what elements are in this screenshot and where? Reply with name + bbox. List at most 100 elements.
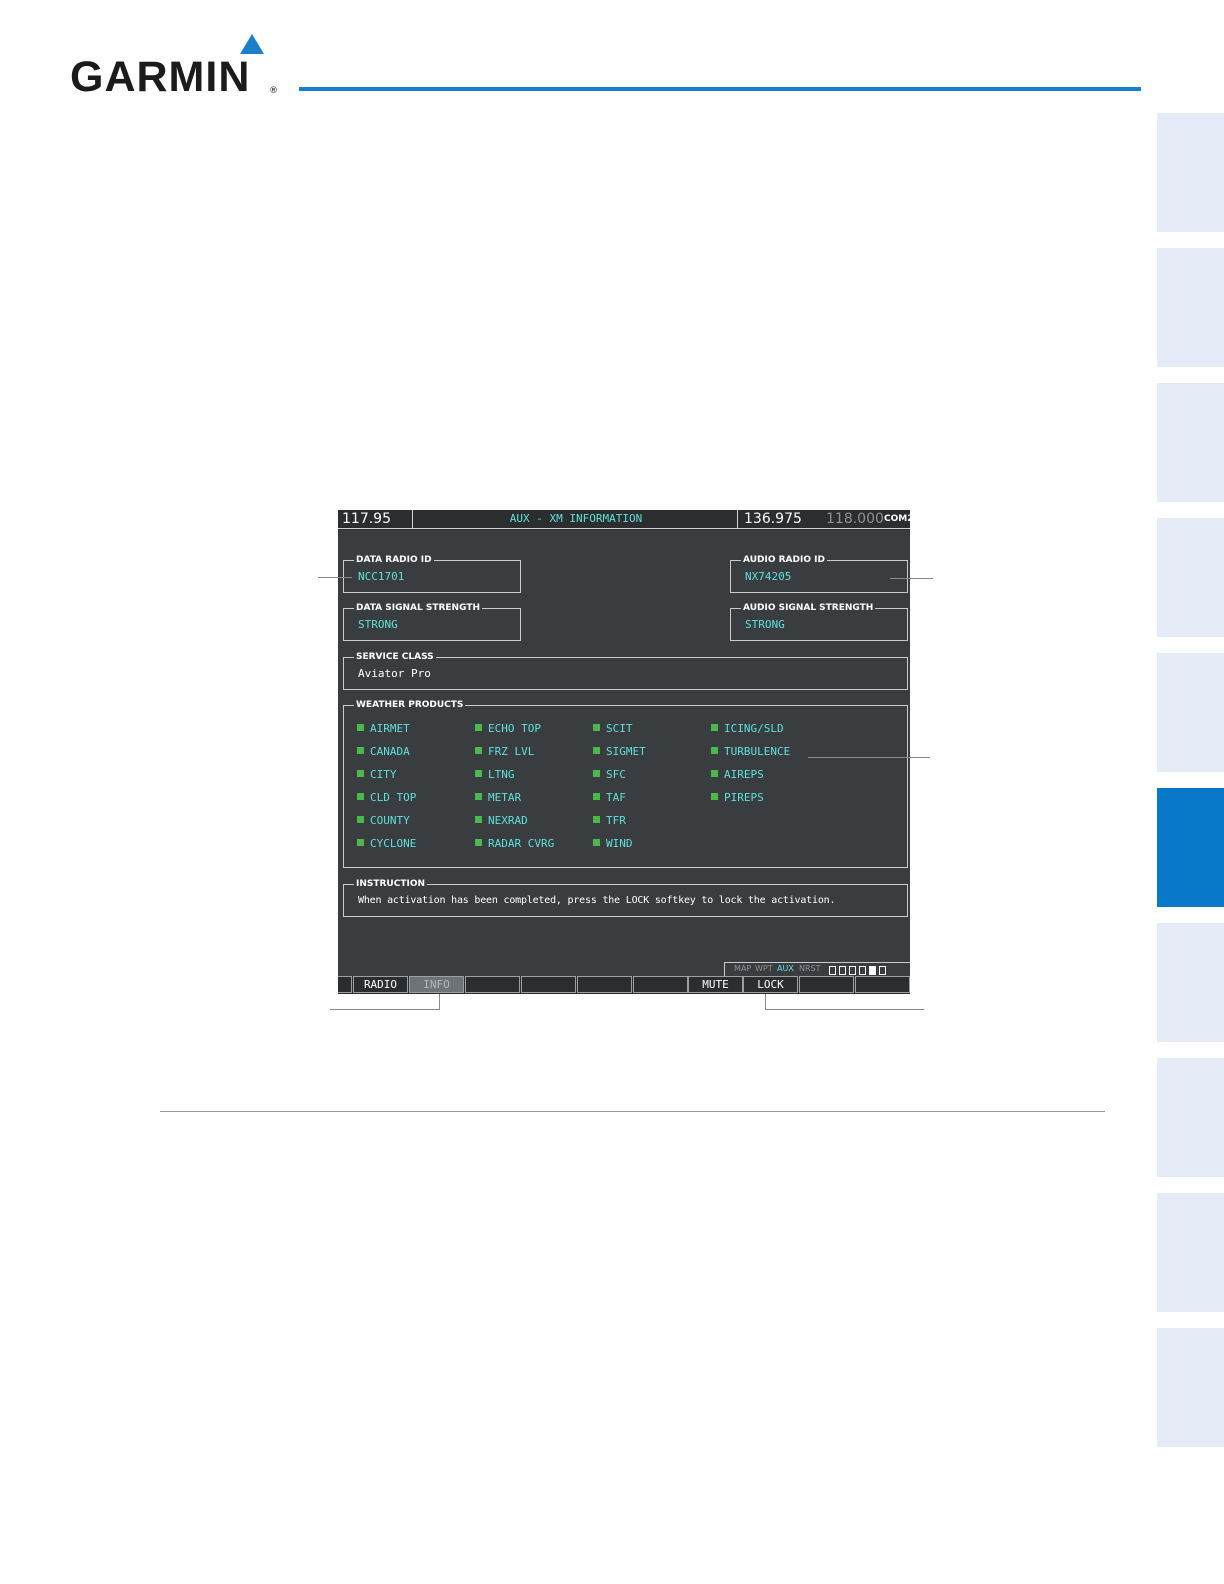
wx-product-item: AIREPS [711,768,764,782]
product-status-icon [475,816,482,823]
product-status-icon [593,816,600,823]
service-class-value: Aviator Pro [358,667,431,680]
data-signal-value: STRONG [358,618,398,631]
logo-triangle-icon [240,34,264,54]
product-status-icon [475,724,482,731]
page-navigation-indicator: MAP WPT AUX NRST [724,962,910,976]
page-group-wpt: WPT [755,964,773,973]
weather-products-box: WEATHER PRODUCTS AIRMET CANADA CITY CLD … [343,699,908,868]
wx-product-item: CITY [357,768,397,782]
wx-product-item: ECHO TOP [475,722,541,736]
product-status-icon [357,747,364,754]
wx-product-item: SFC [593,768,626,782]
audio-signal-value: STRONG [745,618,785,631]
callout-line-audio-radio-id [890,578,933,579]
product-status-icon [357,770,364,777]
wx-product-item: SCIT [593,722,633,736]
product-status-icon [711,747,718,754]
product-status-icon [711,724,718,731]
product-status-icon [475,770,482,777]
product-status-icon [357,793,364,800]
weather-products-label: WEATHER PRODUCTS [354,699,466,711]
callout-line-info-softkey-vertical [439,994,440,1010]
page-group-aux-active: AUX [777,964,794,973]
page-group-map: MAP [734,964,752,973]
side-tab-2[interactable] [1157,248,1224,367]
wx-product-item: TFR [593,814,626,828]
data-radio-id-value: NCC1701 [358,570,405,583]
wx-product-item: LTNG [475,768,515,782]
audio-radio-id-label: AUDIO RADIO ID [741,554,827,566]
wx-product-item: PIREPS [711,791,764,805]
data-radio-id-box: DATA RADIO ID NCC1701 [343,554,521,593]
softkey-4[interactable] [465,976,520,993]
audio-radio-id-value: NX74205 [745,570,792,583]
side-tab-1[interactable] [1157,113,1224,232]
logo-wordmark: GARMIN [70,53,251,101]
mfd-screen: 117.95 AUX - XM INFORMATION 136.975 118.… [338,510,910,994]
page-index-box [879,966,886,975]
softkey-10[interactable] [799,976,854,993]
page-index-box-current [869,966,876,975]
side-tab-7[interactable] [1157,923,1224,1042]
wx-product-item: SIGMET [593,745,646,759]
page-index-box [839,966,846,975]
audio-signal-label: AUDIO SIGNAL STRENGTH [741,602,876,614]
instruction-label: INSTRUCTION [354,878,428,890]
softkey-7[interactable] [633,976,688,993]
callout-line-data-radio-id [318,577,352,578]
page-group-nrst: NRST [799,964,821,973]
com-label: COM2 [884,514,910,524]
com-active-frequency: 136.975 [744,511,802,527]
softkey-radio[interactable]: RADIO [353,976,408,993]
instruction-box: INSTRUCTION When activation has been com… [343,878,908,917]
side-tab-10[interactable] [1157,1328,1224,1447]
com-standby-frequency: 118.000 [826,511,884,527]
softkey-11[interactable] [855,976,910,993]
instruction-text: When activation has been completed, pres… [358,895,836,906]
service-class-box: SERVICE CLASS Aviator Pro [343,651,908,690]
page-index-box [829,966,836,975]
wx-product-item: ICING/SLD [711,722,784,736]
product-status-icon [593,747,600,754]
page-index-box [849,966,856,975]
softkey-info[interactable]: INFO [409,976,464,993]
wx-product-item: CANADA [357,745,410,759]
data-radio-id-label: DATA RADIO ID [354,554,434,566]
side-tab-5[interactable] [1157,653,1224,772]
product-status-icon [593,724,600,731]
header-rule [299,87,1141,91]
wx-product-item: NEXRAD [475,814,528,828]
softkey-mute[interactable]: MUTE [688,976,743,993]
audio-radio-id-box: AUDIO RADIO ID NX74205 [730,554,908,593]
product-status-icon [593,839,600,846]
softkey-6[interactable] [577,976,632,993]
wx-product-item: CYCLONE [357,837,416,851]
page-index-box [859,966,866,975]
logo-registered-mark: ® [269,86,278,96]
callout-line-weather-products [808,757,930,758]
garmin-logo: GARMIN ® [70,34,280,101]
side-tab-8[interactable] [1157,1058,1224,1177]
data-signal-label: DATA SIGNAL STRENGTH [354,602,482,614]
callout-line-lock-softkey [765,1009,924,1010]
wx-product-item: TAF [593,791,626,805]
callout-line-info-softkey [330,1009,440,1010]
product-status-icon [593,793,600,800]
softkey-5[interactable] [521,976,576,993]
wx-product-item: WIND [593,837,633,851]
wx-product-item: METAR [475,791,521,805]
wx-product-item: FRZ LVL [475,745,534,759]
softkey-lock[interactable]: LOCK [743,976,798,993]
side-tab-4[interactable] [1157,518,1224,637]
side-tab-3[interactable] [1157,383,1224,502]
product-status-icon [475,793,482,800]
side-tab-6-active[interactable] [1157,788,1224,907]
product-status-icon [475,747,482,754]
side-tab-9[interactable] [1157,1193,1224,1312]
status-bar: 117.95 AUX - XM INFORMATION 136.975 118.… [338,510,910,530]
product-status-icon [357,816,364,823]
softkey-1[interactable] [338,976,352,993]
data-signal-box: DATA SIGNAL STRENGTH STRONG [343,602,521,641]
product-status-icon [357,839,364,846]
